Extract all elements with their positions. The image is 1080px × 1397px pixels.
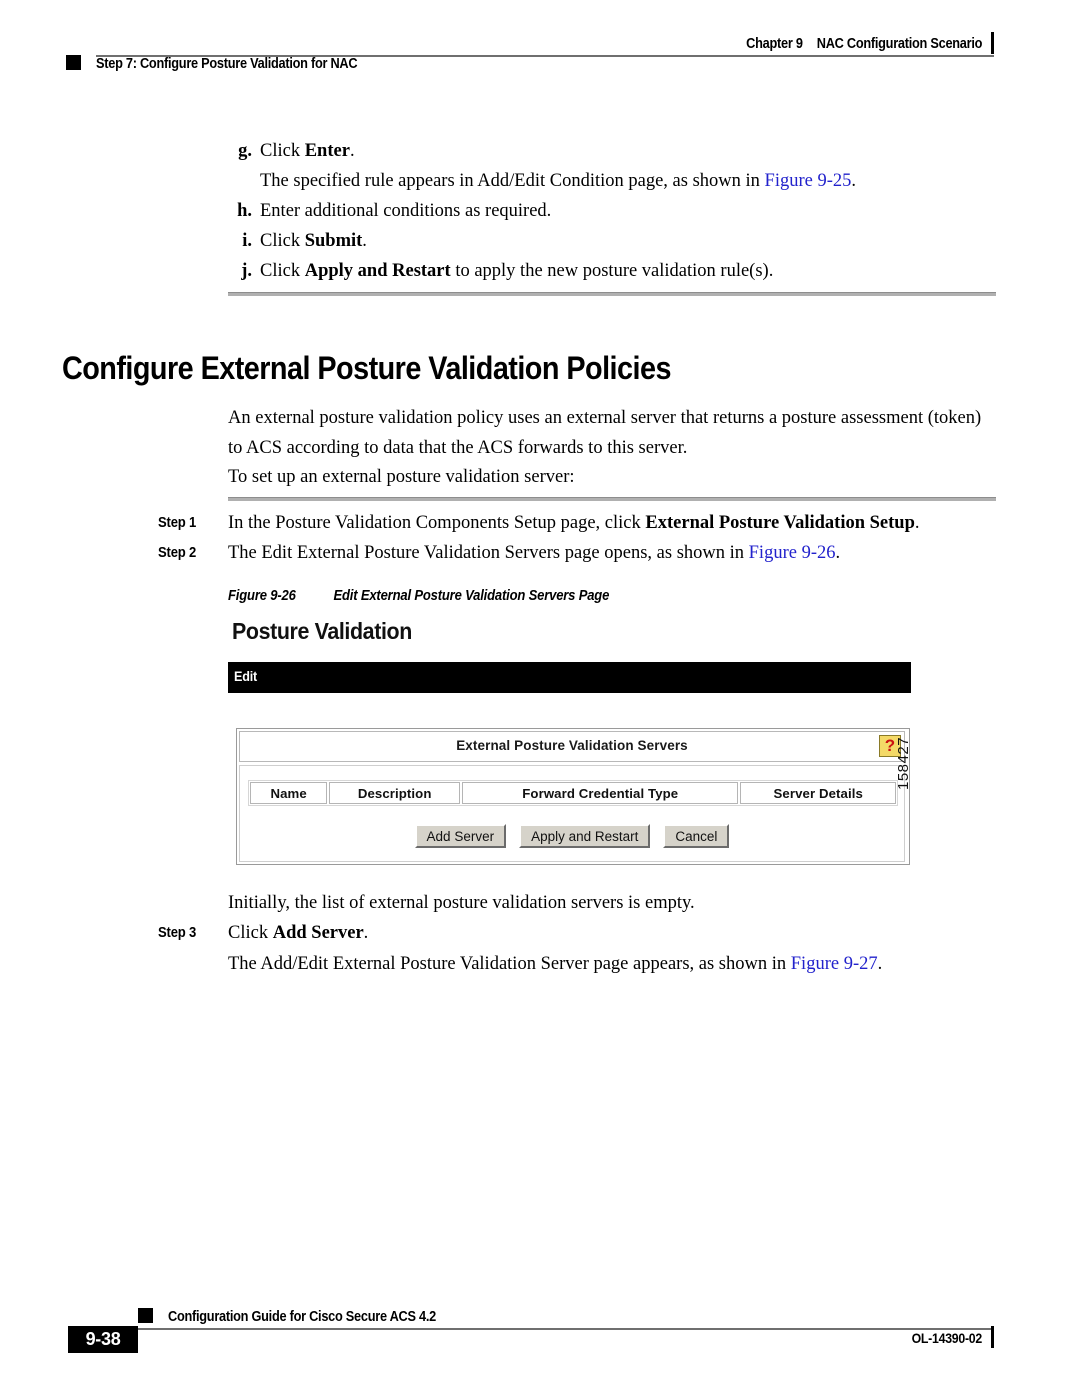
step-1-text: In the Posture Validation Components Set… (228, 513, 920, 533)
step-3-detail: The Add/Edit External Posture Validation… (228, 949, 1000, 979)
lettered-step-i-marker: i. (242, 231, 252, 251)
header-chapter-reference: Chapter 9 NAC Configuration Scenario (746, 36, 982, 52)
step-3-text: Click Add Server. (228, 923, 368, 943)
step-list-primary: Step 1 In the Posture Validation Compone… (158, 508, 1003, 568)
lettered-step-j: j. Click Apply and Restart to apply the … (228, 256, 998, 286)
document-page: Chapter 9 NAC Configuration Scenario Step… (0, 0, 1080, 1397)
figure-link-9-27[interactable]: Figure 9-27 (791, 954, 878, 974)
footer-bullet-square (138, 1308, 153, 1323)
figure-caption-title: Edit External Posture Validation Servers… (333, 588, 610, 604)
lettered-step-i-bold: Submit (304, 231, 363, 251)
add-server-button[interactable]: Add Server (414, 824, 507, 848)
step-1-suffix: . (914, 513, 920, 533)
header-change-bar (991, 32, 994, 54)
lettered-step-h-text: Enter additional conditions as required. (260, 201, 552, 221)
page-title: Configure External Posture Validation Po… (62, 350, 671, 386)
lettered-step-g: g. Click Enter. (228, 136, 998, 166)
figure-link-9-25[interactable]: Figure 9-25 (765, 171, 852, 191)
apply-and-restart-button[interactable]: Apply and Restart (519, 824, 651, 848)
cancel-button[interactable]: Cancel (663, 824, 730, 848)
lettered-step-g-suffix: . (349, 141, 355, 161)
footer-page-number: 9-38 (68, 1326, 138, 1353)
lettered-step-i: i. Click Submit. (228, 226, 998, 256)
step-2-text: The Edit External Posture Validation Ser… (228, 543, 840, 563)
screenshot-panel-body: Name Description Forward Credential Type… (239, 765, 905, 862)
step-1-label: Step 1 (158, 515, 197, 531)
step-1-bold: External Posture Validation Setup (645, 513, 915, 533)
lettered-step-i-text: Click Submit. (260, 231, 367, 251)
lettered-step-g-detail-prefix: The specified rule appears in Add/Edit C… (260, 171, 765, 191)
column-header-description[interactable]: Description (329, 782, 461, 804)
step-1-prefix: In the Posture Validation Components Set… (228, 513, 646, 533)
step-2-label: Step 2 (158, 545, 197, 561)
lettered-step-i-prefix: Click (260, 231, 305, 251)
step-2: Step 2 The Edit External Posture Validat… (158, 538, 1003, 568)
section-divider-rule-top (228, 292, 996, 296)
footer-change-bar (991, 1326, 994, 1348)
section-divider-rule-steps (228, 497, 996, 501)
lettered-step-g-bold: Enter (304, 141, 350, 161)
screenshot-panel-title: External Posture Validation Servers (456, 738, 688, 753)
lettered-step-g-text: Click Enter. (260, 141, 355, 161)
step-3-bold: Add Server (272, 923, 364, 943)
header-chapter-number: Chapter 9 (746, 36, 803, 52)
column-header-name[interactable]: Name (250, 782, 328, 804)
lettered-step-g-detail: The specified rule appears in Add/Edit C… (228, 166, 998, 196)
lettered-step-g-detail-suffix: . (851, 171, 857, 191)
lettered-step-h-marker: h. (237, 201, 252, 221)
section-paragraph-1: An external posture validation policy us… (228, 408, 982, 458)
lettered-step-j-prefix: Click (260, 261, 305, 281)
running-header: Chapter 9 NAC Configuration Scenario Step… (0, 0, 1080, 90)
screenshot-panel-header: External Posture Validation Servers ? (239, 731, 905, 762)
screenshot-edit-tab-bar: Edit (228, 662, 911, 693)
figure-id-number: 158427 (895, 736, 912, 790)
lettered-step-list: g. Click Enter. The specified rule appea… (228, 136, 998, 286)
step-3-prefix: Click (228, 923, 273, 943)
lettered-step-j-marker: j. (241, 261, 252, 281)
lettered-step-g-prefix: Click (260, 141, 305, 161)
header-bullet-square (66, 55, 81, 70)
column-header-server-details[interactable]: Server Details (740, 782, 896, 804)
figure-link-9-26[interactable]: Figure 9-26 (749, 543, 836, 563)
column-header-forward-credential-type[interactable]: Forward Credential Type (462, 782, 739, 804)
figure-screenshot: Posture Validation Edit External Posture… (228, 618, 911, 868)
step-1: Step 1 In the Posture Validation Compone… (158, 508, 1003, 538)
footer-rule (138, 1328, 994, 1330)
figure-caption-number: Figure 9-26 (228, 588, 296, 604)
lettered-step-j-suffix: to apply the new posture validation rule… (450, 261, 774, 281)
footer-document-id: OL-14390-02 (911, 1330, 983, 1346)
step-3-suffix: . (363, 923, 369, 943)
step-3: Step 3 Click Add Server. (158, 918, 1003, 948)
header-chapter-title: NAC Configuration Scenario (816, 36, 983, 52)
lettered-step-g-marker: g. (238, 141, 252, 161)
step-list-secondary: Step 3 Click Add Server. (158, 918, 1003, 948)
servers-table: Name Description Forward Credential Type… (248, 780, 898, 806)
screenshot-app-title: Posture Validation (232, 618, 412, 644)
step-3-detail-prefix: The Add/Edit External Posture Validation… (228, 954, 791, 974)
lettered-step-h: h. Enter additional conditions as requir… (228, 196, 998, 226)
screenshot-edit-tab-label[interactable]: Edit (234, 668, 257, 684)
screenshot-button-row: Add Server Apply and Restart Cancel (240, 824, 904, 848)
step-3-detail-suffix: . (877, 954, 883, 974)
lettered-step-j-text: Click Apply and Restart to apply the new… (260, 261, 773, 281)
step-2-suffix: . (835, 543, 841, 563)
step-2-prefix: The Edit External Posture Validation Ser… (228, 543, 749, 563)
lettered-step-i-suffix: . (362, 231, 367, 251)
figure-followup-note: Initially, the list of external posture … (228, 893, 695, 913)
lettered-step-j-bold: Apply and Restart (304, 261, 451, 281)
step-3-label: Step 3 (158, 925, 197, 941)
footer-guide-title: Configuration Guide for Cisco Secure ACS… (168, 1309, 436, 1325)
header-running-title: Step 7: Configure Posture Validation for… (96, 56, 358, 72)
section-paragraph-2: To set up an external posture validation… (228, 467, 575, 487)
figure-caption: Figure 9-26 Edit External Posture Validat… (228, 588, 609, 604)
screenshot-servers-panel: External Posture Validation Servers ? Na… (236, 728, 910, 865)
